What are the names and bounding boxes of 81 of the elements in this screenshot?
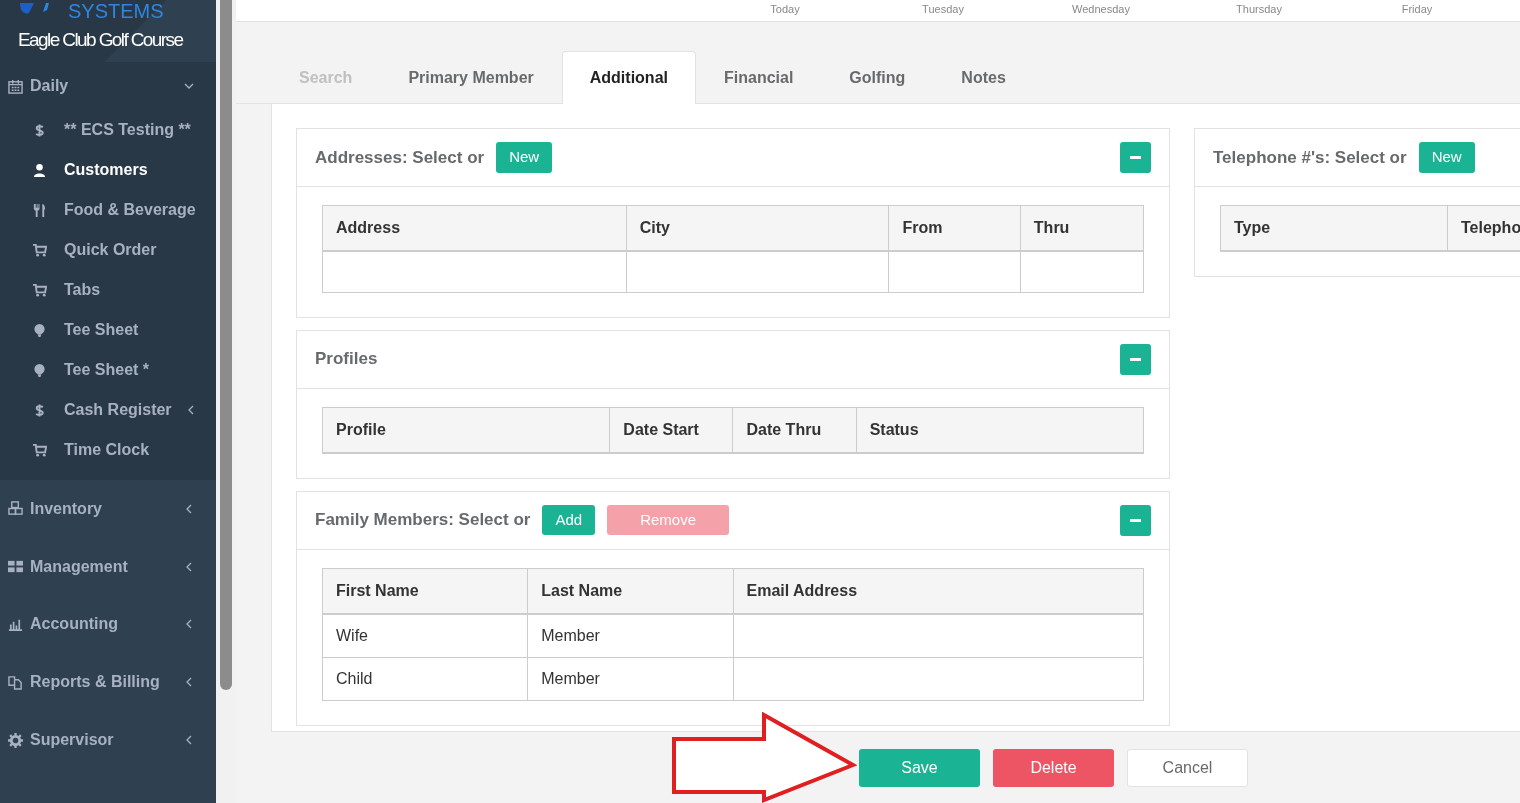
add-button[interactable]: Add — [542, 504, 596, 536]
panel-title: Telephone #'s: Select or — [1213, 146, 1407, 169]
column-header: First Name — [322, 568, 528, 614]
sidebar-group[interactable]: Accounting — [0, 595, 216, 654]
chevron-down-icon — [184, 81, 194, 91]
chevron-left-icon — [184, 561, 194, 572]
tab[interactable]: Additional — [561, 51, 696, 104]
collapse-button[interactable] — [1120, 504, 1151, 536]
cart-icon — [32, 442, 47, 458]
collapse-button[interactable] — [1120, 142, 1151, 173]
table-cell: Member — [527, 613, 733, 657]
table-cell: Member — [527, 657, 733, 700]
sidebar-item[interactable]: Quick Order — [0, 230, 216, 270]
grid-icon — [7, 559, 23, 575]
sidebar-item[interactable]: Tee Sheet — [0, 310, 216, 350]
panel-title: Profiles — [315, 348, 378, 371]
delete-button[interactable]: Delete — [993, 749, 1114, 787]
sidebar-item[interactable]: Cash Register — [0, 390, 216, 430]
chevron-left-icon — [184, 503, 194, 514]
tab[interactable]: Financial — [696, 51, 822, 104]
panel-title: Addresses: Select or — [315, 146, 485, 169]
column-header: Last Name — [527, 568, 733, 614]
sidebar-item[interactable]: Tee Sheet * — [0, 350, 216, 390]
column-header: From — [889, 205, 1021, 251]
column-header: Status — [856, 407, 1144, 453]
add-button[interactable]: New — [1418, 142, 1475, 173]
golf-ball-icon — [32, 322, 47, 338]
boxes-icon — [7, 501, 23, 517]
day-label: Today — [769, 2, 801, 16]
column-header: Telepho — [1447, 205, 1520, 251]
bar-chart-icon — [7, 617, 23, 632]
column-header: Date Thru — [733, 407, 857, 453]
sidebar-item[interactable]: ** ECS Testing ** — [0, 110, 216, 150]
day-label: Friday — [1400, 2, 1434, 16]
tab[interactable]: Notes — [933, 51, 1034, 104]
cancel-button[interactable]: Cancel — [1127, 749, 1248, 787]
day-label: Wednesday — [1071, 2, 1131, 16]
sidebar-item[interactable]: Time Clock — [0, 430, 216, 470]
add-button[interactable]: New — [496, 142, 553, 173]
minus-icon — [1130, 518, 1141, 522]
column-header: Thru — [1020, 205, 1144, 251]
sidebar-group[interactable]: Reports & Billing — [0, 653, 216, 712]
utensils-icon — [32, 202, 47, 218]
table-cell: Child — [322, 657, 528, 700]
column-header: Type — [1220, 205, 1448, 251]
chevron-left-icon — [184, 677, 194, 688]
chevron-left-icon — [184, 619, 194, 630]
sidebar-group[interactable]: Management — [0, 537, 216, 596]
user-icon — [32, 162, 47, 178]
collapse-button[interactable] — [1120, 343, 1151, 375]
day-label: Thursday — [1235, 2, 1283, 16]
day-label: Tuesday — [921, 2, 965, 16]
chevron-left-icon — [184, 735, 194, 746]
sidebar-group[interactable]: Daily — [0, 62, 216, 110]
cart-icon — [32, 282, 47, 298]
tab[interactable]: Golfing — [821, 51, 934, 104]
gear-icon — [7, 732, 23, 748]
tab[interactable]: Primary Member — [380, 51, 562, 104]
table-cell: Wife — [322, 613, 528, 657]
cart-icon — [32, 242, 47, 258]
club-name: Eagle Club Golf Course — [18, 28, 183, 52]
minus-icon — [1130, 357, 1141, 361]
calendar-icon — [7, 78, 23, 94]
sidebar-item[interactable]: Tabs — [0, 270, 216, 310]
column-header: City — [626, 205, 889, 251]
sidebar-group[interactable]: Inventory — [0, 480, 216, 538]
panel-title: Family Members: Select or — [315, 509, 531, 532]
brand-name: SYSTEMS — [68, 1, 164, 21]
minus-icon — [1130, 156, 1141, 159]
chevron-left-icon — [186, 405, 196, 415]
column-header: Profile — [322, 407, 610, 453]
sidebar-item[interactable]: Customers — [0, 150, 216, 190]
documents-icon — [7, 674, 23, 690]
column-header: Date Start — [609, 407, 733, 453]
scrollbar-thumb[interactable] — [220, 0, 232, 690]
save-button[interactable]: Save — [859, 749, 980, 787]
sidebar-group[interactable]: Supervisor — [0, 711, 216, 769]
sidebar-item[interactable]: Food & Beverage — [0, 190, 216, 230]
golf-ball-icon — [32, 362, 47, 378]
column-header: Email Address — [733, 568, 1144, 614]
column-header: Address — [322, 205, 627, 251]
